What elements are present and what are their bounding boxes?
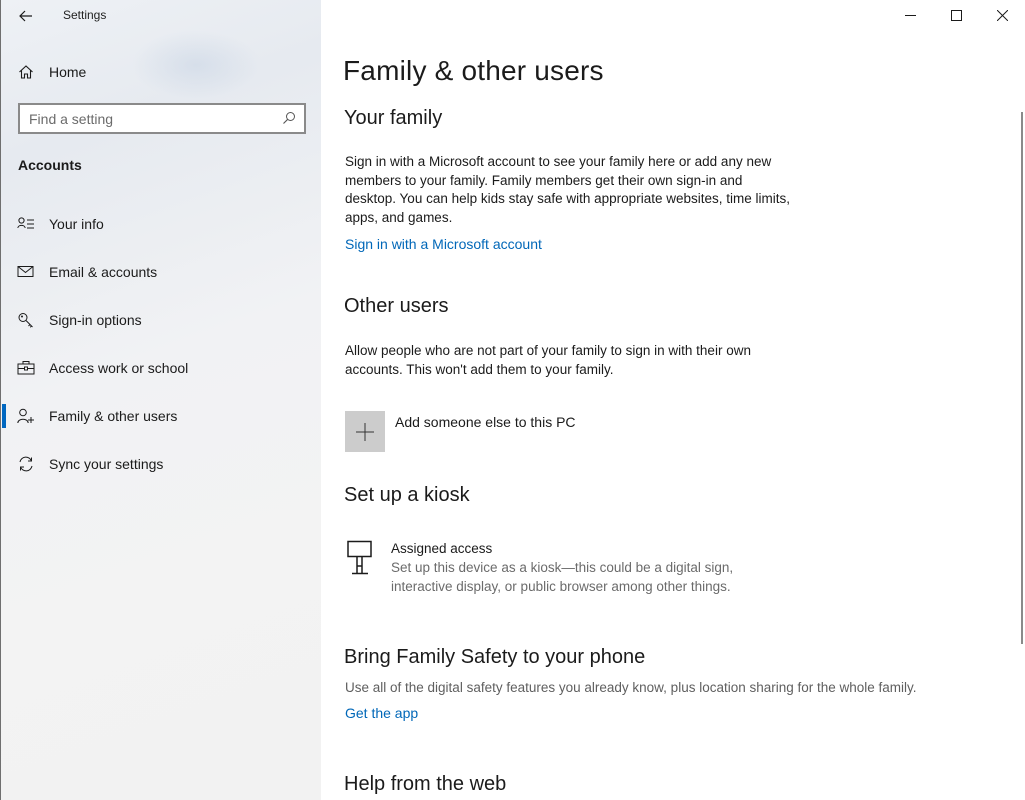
sidebar-item-email-accounts[interactable]: Email & accounts [1, 248, 322, 296]
window-controls [887, 0, 1025, 32]
your-family-description: Sign in with a Microsoft account to see … [345, 154, 790, 225]
sync-icon [19, 456, 33, 472]
maximize-icon [950, 9, 962, 21]
close-button[interactable] [979, 0, 1025, 30]
mail-icon [17, 266, 34, 277]
maximize-button[interactable] [933, 0, 979, 30]
minimize-button[interactable] [887, 0, 933, 30]
sidebar-item-your-info[interactable]: Your info [1, 200, 322, 248]
scrollbar[interactable] [1021, 112, 1023, 644]
app-title: Settings [63, 8, 107, 22]
sidebar-item-label: Family & other users [49, 408, 178, 424]
family-safety-description: Use all of the digital safety features y… [345, 680, 917, 695]
title-bar: Settings [1, 0, 322, 32]
main-content: Family & other users Your family Sign in… [321, 0, 1025, 800]
your-family-heading: Your family [344, 107, 443, 129]
sidebar-item-label: Home [49, 64, 87, 80]
close-icon [996, 9, 1008, 21]
home-icon [19, 65, 33, 79]
minimize-icon [904, 14, 916, 16]
other-users-heading: Other users [344, 295, 449, 317]
sidebar-item-family-other-users[interactable]: Family & other users [1, 392, 322, 440]
sidebar-item-home[interactable]: Home [1, 56, 322, 88]
page-title: Family & other users [343, 55, 604, 86]
assigned-access-description: Set up this device as a kiosk—this could… [391, 560, 734, 594]
plus-icon [356, 422, 374, 441]
section-label: Accounts [18, 157, 82, 173]
key-icon [18, 313, 33, 328]
briefcase-icon [17, 361, 35, 375]
back-button[interactable] [11, 4, 41, 28]
sidebar-item-label: Your info [49, 216, 104, 232]
help-heading: Help from the web [344, 773, 507, 795]
family-safety-heading: Bring Family Safety to your phone [344, 646, 646, 668]
sidebar: Settings Home Accounts Your info [0, 0, 321, 800]
sidebar-item-label: Access work or school [49, 360, 189, 376]
kiosk-heading: Set up a kiosk [344, 484, 470, 506]
search-icon [283, 112, 295, 124]
kiosk-icon [347, 540, 372, 575]
get-the-app-link[interactable]: Get the app [345, 705, 418, 721]
add-someone-button[interactable]: Add someone else to this PC [345, 411, 576, 452]
person-add-icon [17, 408, 34, 424]
sidebar-item-sync-settings[interactable]: Sync your settings [1, 440, 322, 488]
sign-in-microsoft-link[interactable]: Sign in with a Microsoft account [345, 236, 542, 252]
sidebar-item-label: Sync your settings [49, 456, 164, 472]
sidebar-item-sign-in-options[interactable]: Sign-in options [1, 296, 322, 344]
plus-tile [345, 411, 385, 452]
sidebar-item-label: Sign-in options [49, 312, 142, 328]
search-box[interactable] [18, 103, 306, 134]
search-input[interactable] [20, 105, 270, 132]
sidebar-item-label: Email & accounts [49, 264, 158, 280]
sidebar-item-access-work-or-school[interactable]: Access work or school [1, 344, 322, 392]
add-someone-label: Add someone else to this PC [395, 414, 576, 430]
contact-info-icon [17, 217, 34, 229]
assigned-access-title: Assigned access [391, 541, 493, 556]
other-users-description: Allow people who are not part of your fa… [345, 343, 751, 377]
back-arrow-icon [19, 10, 32, 22]
sidebar-nav: Your info Email & accounts Sign-in optio… [1, 200, 322, 488]
